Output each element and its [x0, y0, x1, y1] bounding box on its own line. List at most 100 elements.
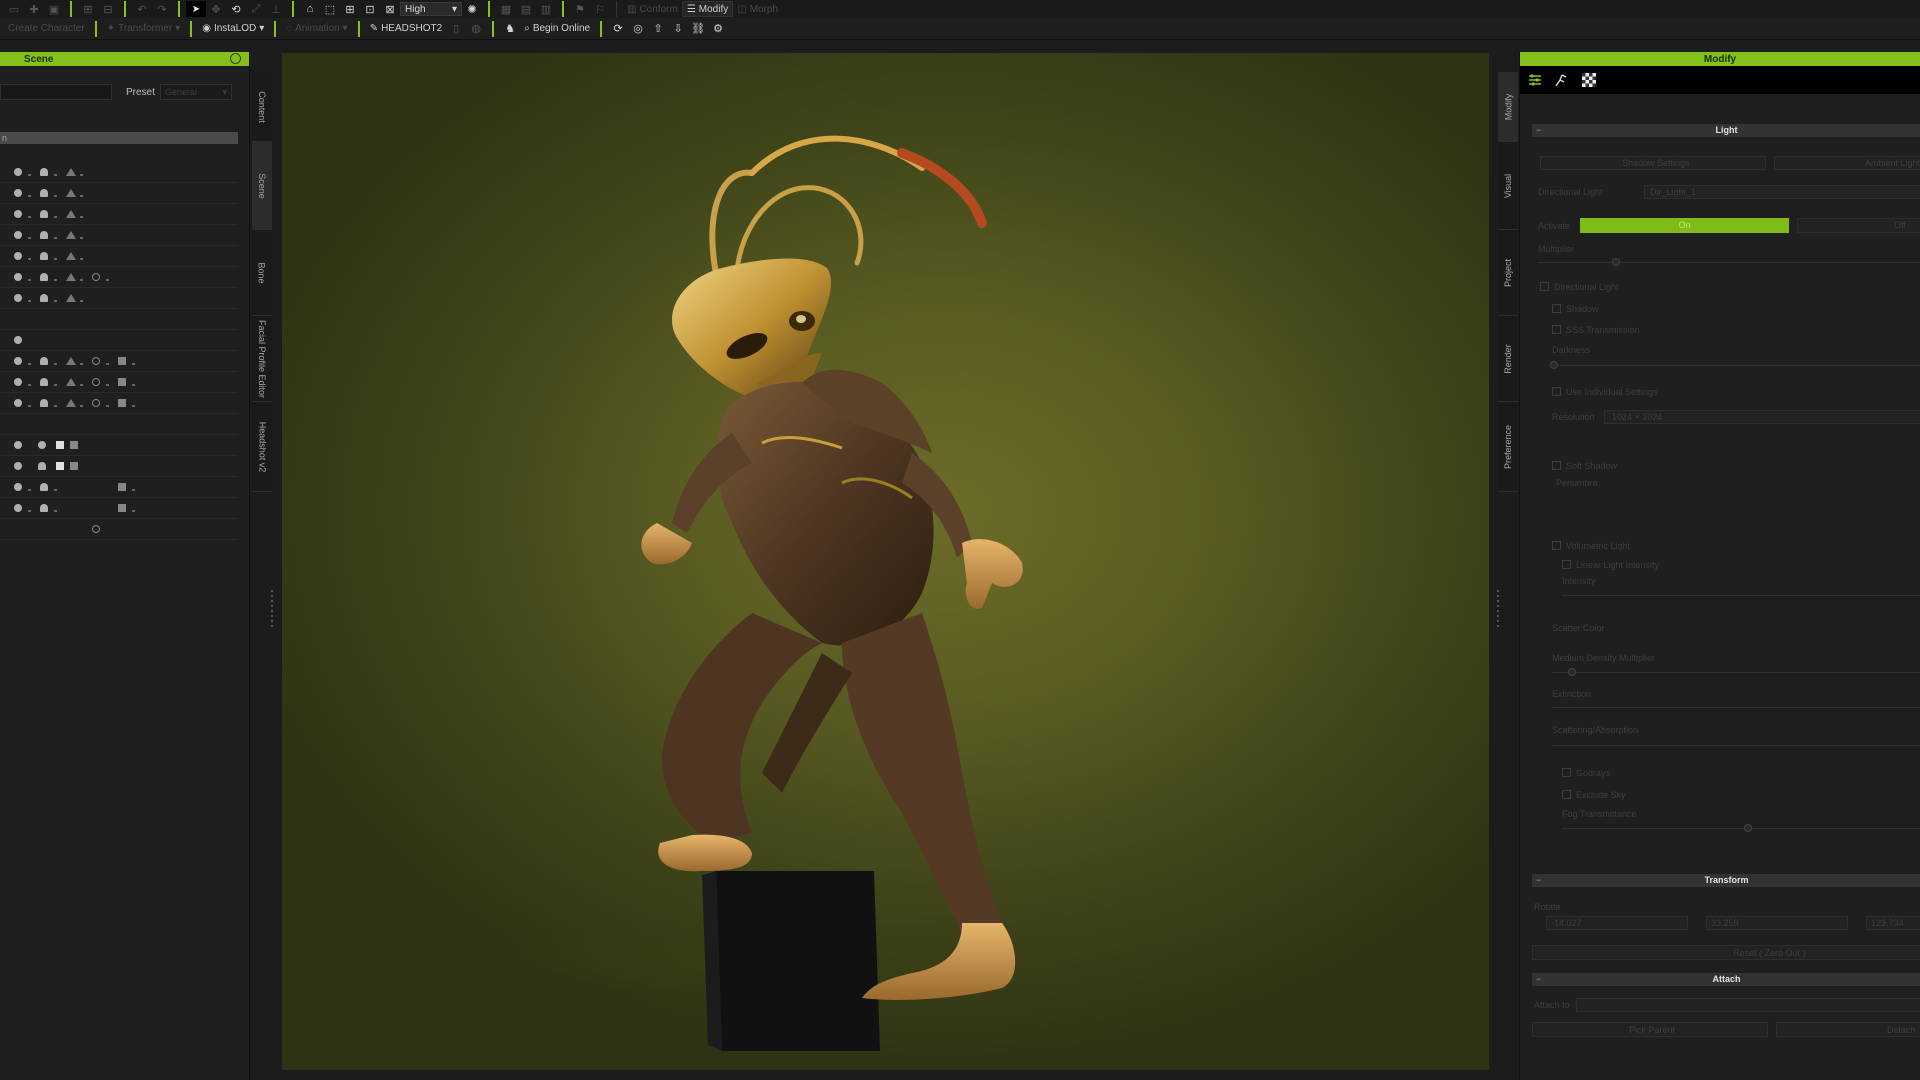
collapse-icon[interactable]: − — [1536, 124, 1541, 137]
open-icon[interactable]: ▣ — [44, 1, 64, 17]
dropdown-marker-icon[interactable] — [106, 405, 109, 407]
lock-icon[interactable] — [40, 294, 48, 302]
lock-icon[interactable] — [40, 189, 48, 197]
tree-row[interactable] — [0, 246, 238, 267]
home-camera-icon[interactable]: ⌂ — [300, 1, 320, 17]
dropdown-marker-icon[interactable] — [106, 279, 109, 281]
target-icon[interactable] — [92, 357, 100, 365]
upload-icon[interactable]: ⇧ — [648, 21, 668, 37]
lock-icon[interactable] — [40, 378, 48, 386]
tree-row[interactable] — [0, 225, 238, 246]
material-icon[interactable] — [56, 462, 64, 470]
animation-pose-icon[interactable] — [1554, 73, 1568, 87]
lock-icon[interactable] — [40, 231, 48, 239]
attach-to-field[interactable] — [1576, 998, 1920, 1012]
light-icon[interactable]: ✺ — [462, 1, 482, 17]
tree-row[interactable] — [0, 519, 238, 540]
dropdown-marker-icon[interactable] — [28, 195, 31, 197]
dropdown-marker-icon[interactable] — [80, 300, 83, 302]
fog-transmittance-slider-handle[interactable] — [1744, 824, 1752, 832]
visibility-icon[interactable] — [14, 168, 22, 176]
shadow-checkbox[interactable] — [1552, 304, 1561, 313]
redo-icon[interactable]: ↷ — [152, 1, 172, 17]
quality-select[interactable]: High ▾ — [400, 2, 462, 16]
tree-row[interactable] — [0, 414, 238, 435]
tree-row[interactable] — [0, 309, 238, 330]
camera-mode-icon[interactable]: ⊠ — [380, 1, 400, 17]
extinction-slider-track[interactable] — [1552, 707, 1920, 708]
side-tab-content[interactable]: Content — [252, 72, 272, 142]
tree-row[interactable] — [0, 456, 238, 477]
visibility-icon[interactable] — [14, 357, 22, 365]
multiplier-slider-track[interactable] — [1538, 262, 1920, 263]
side-tab-bone[interactable]: Bone — [252, 230, 272, 316]
visibility-icon[interactable] — [14, 441, 22, 449]
select-icon[interactable]: ➤ — [186, 1, 206, 17]
3d-viewport[interactable] — [282, 53, 1489, 1070]
conform-button[interactable]: ▥ Conform — [623, 1, 682, 17]
tree-row[interactable] — [0, 330, 238, 351]
pose-icon[interactable] — [66, 399, 76, 407]
tree-row[interactable] — [0, 288, 238, 309]
material-icon[interactable] — [118, 504, 126, 512]
package-icon[interactable]: ◎ — [628, 21, 648, 37]
dropdown-marker-icon[interactable] — [80, 216, 83, 218]
tree-row[interactable] — [0, 372, 238, 393]
side-tab-render[interactable]: Render — [1498, 316, 1518, 402]
dropdown-marker-icon[interactable] — [54, 300, 57, 302]
side-tab-project[interactable]: Project — [1498, 230, 1518, 316]
visibility-icon[interactable] — [14, 483, 22, 491]
dropdown-marker-icon[interactable] — [80, 174, 83, 176]
dropdown-marker-icon[interactable] — [28, 174, 31, 176]
flag-icon[interactable]: ⚐ — [590, 1, 610, 17]
dropdown-marker-icon[interactable] — [28, 216, 31, 218]
target-icon[interactable] — [92, 525, 100, 533]
visibility-icon[interactable] — [14, 399, 22, 407]
dropdown-marker-icon[interactable] — [106, 384, 109, 386]
collapse-icon[interactable]: − — [1536, 973, 1541, 986]
material-icon[interactable] — [70, 441, 78, 449]
side-tab-modify[interactable]: Modify — [1498, 72, 1518, 142]
fog-transmittance-slider-track[interactable] — [1562, 828, 1920, 829]
dropdown-marker-icon[interactable] — [54, 405, 57, 407]
begin-online-button[interactable]: ⌕ Begin Online — [520, 21, 594, 37]
dropdown-marker-icon[interactable] — [54, 174, 57, 176]
tree-row[interactable] — [0, 393, 238, 414]
ruler-icon[interactable]: ▤ — [516, 1, 536, 17]
sss-checkbox[interactable] — [1552, 325, 1561, 334]
light-section-header[interactable]: − Light — [1532, 124, 1920, 137]
morph-button[interactable]: ◫ Morph — [733, 1, 782, 17]
multiplier-slider-handle[interactable] — [1612, 258, 1620, 266]
dropdown-marker-icon[interactable] — [80, 384, 83, 386]
dropdown-marker-icon[interactable] — [28, 510, 31, 512]
transform-section-header[interactable]: − Transform — [1532, 874, 1920, 887]
add-icon[interactable]: ✚ — [24, 1, 44, 17]
lock-icon[interactable] — [40, 252, 48, 260]
reset-zero-out-button[interactable]: Reset ( Zero Out ) — [1532, 945, 1920, 960]
rotate-z-field[interactable]: 123.734 — [1866, 916, 1920, 930]
tree-row[interactable] — [0, 435, 238, 456]
visibility-icon[interactable] — [14, 504, 22, 512]
rotate-x-field[interactable]: -14.027 — [1546, 916, 1688, 930]
lock-icon[interactable] — [40, 504, 48, 512]
linear-light-checkbox[interactable] — [1562, 560, 1571, 569]
tree-row[interactable] — [0, 498, 238, 519]
import-icon[interactable]: ⊞ — [78, 1, 98, 17]
export-icon[interactable]: ⊟ — [98, 1, 118, 17]
pivot-icon[interactable]: ⊥ — [266, 1, 286, 17]
undo-icon[interactable]: ↶ — [132, 1, 152, 17]
sync-icon[interactable]: ⟳ — [608, 21, 628, 37]
new-file-icon[interactable]: ▭ — [4, 1, 24, 17]
lock-icon[interactable] — [40, 357, 48, 365]
dropdown-marker-icon[interactable] — [28, 237, 31, 239]
dropdown-marker-icon[interactable] — [28, 405, 31, 407]
material-icon[interactable] — [56, 441, 64, 449]
splitter-handle[interactable] — [1497, 590, 1499, 630]
frame-selected-icon[interactable]: ⊞ — [340, 1, 360, 17]
lock-icon[interactable] — [40, 273, 48, 281]
dropdown-marker-icon[interactable] — [28, 258, 31, 260]
visibility-icon[interactable] — [14, 189, 22, 197]
collapse-icon[interactable]: − — [1536, 874, 1541, 887]
detach-button[interactable]: Detach — [1776, 1022, 1920, 1037]
target-icon[interactable] — [92, 378, 100, 386]
